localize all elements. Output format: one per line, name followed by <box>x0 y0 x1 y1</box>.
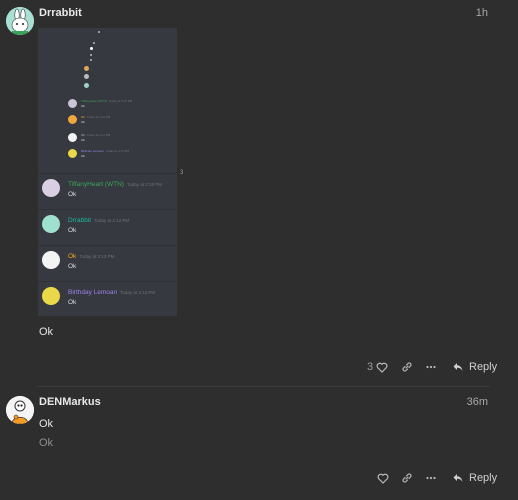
thread-avatar <box>84 74 89 79</box>
copy-link-button[interactable] <box>401 357 413 377</box>
preview-text: Ok <box>81 154 85 158</box>
like-button[interactable]: 3 <box>367 357 388 377</box>
preview-name: Ok Today at 2:13 PM <box>81 115 111 119</box>
reply-arrow-icon <box>453 474 463 482</box>
embed-message-text: Ok <box>68 227 77 234</box>
preview-time: Today at 2:15 PM <box>108 99 133 103</box>
embed-message-text: Ok <box>68 263 77 270</box>
preview-time: Today at 2:13 PM <box>86 115 111 119</box>
embed-message-divider <box>38 173 177 174</box>
reply-label: Reply <box>469 361 498 373</box>
embed-message-divider <box>38 209 177 210</box>
embed-avatar <box>42 287 60 305</box>
embed-message: Birthday Lemoan Today at 3:13 PM Ok <box>38 286 177 316</box>
copy-link-button[interactable] <box>401 468 413 488</box>
preview-text: Ok <box>81 138 85 142</box>
thread-dot <box>90 54 92 56</box>
embed-message-text: Ok <box>68 299 77 306</box>
embed-author-label: Birthday Lemoan <box>68 289 118 296</box>
preview-name: TiffanyHeart (WTN) Today at 2:15 PM <box>81 99 133 103</box>
preview-name: Birthday Lemoan Today at 2:13 PM <box>81 149 130 153</box>
post-actions: 3 Reply <box>0 357 518 377</box>
post-body-text: Ok <box>39 326 54 338</box>
preview-text: Ok <box>81 104 85 108</box>
embed-message-time: Today at 2:15 PM <box>126 182 163 187</box>
post-divider <box>36 386 490 387</box>
reply-button[interactable]: Reply <box>452 357 497 377</box>
preview-avatar <box>68 115 77 124</box>
embed-message-divider <box>38 281 177 282</box>
more-button[interactable] <box>425 468 437 488</box>
embed-side-marker: 3 <box>180 170 184 176</box>
post-timestamp[interactable]: 1h <box>476 7 488 19</box>
preview-name: Ok Today at 2:13 PM <box>81 133 111 137</box>
preview-time: Today at 2:13 PM <box>105 149 130 153</box>
embed-message-divider <box>38 245 177 246</box>
ellipsis-icon <box>426 365 436 369</box>
embed-author-label: TiffanyHeart (WTN) <box>68 181 124 188</box>
thread-dot <box>90 59 92 61</box>
preview-avatar <box>68 133 77 142</box>
post-author-name[interactable]: DENMarkus <box>39 396 101 408</box>
embed-avatar <box>42 215 60 233</box>
post-drrabbit: Drrabbit 1h TiffanyHeart (WTN) Today at 2… <box>0 0 518 385</box>
preview-row: TiffanyHeart (WTN) Today at 2:15 PM Ok <box>68 98 168 112</box>
embed-avatar <box>42 179 60 197</box>
reply-arrow-icon <box>453 363 463 371</box>
embedded-screenshot[interactable]: TiffanyHeart (WTN) Today at 2:15 PM Ok Ok To… <box>38 28 177 316</box>
embed-message-author: TiffanyHeart (WTN) Today at 2:15 PM <box>68 181 162 188</box>
post-author-name[interactable]: Drrabbit <box>39 7 82 19</box>
like-button[interactable] <box>377 468 389 488</box>
more-button[interactable] <box>425 357 437 377</box>
embed-message-time: Today at 3:13 PM <box>120 290 156 295</box>
reply-button[interactable]: Reply <box>452 468 497 488</box>
embed-author-label: Ok <box>68 253 77 260</box>
thread-dot <box>90 47 93 50</box>
like-count: 3 <box>367 361 374 373</box>
preview-avatar <box>68 149 77 158</box>
thread-avatar <box>84 66 89 71</box>
embed-message-time: Today at 2:13 PM <box>79 254 115 259</box>
link-icon <box>402 362 412 372</box>
embed-message-author: Birthday Lemoan Today at 3:13 PM <box>68 289 155 296</box>
post-body-text: Ok <box>39 418 54 430</box>
quoted-text: Ok <box>39 437 54 449</box>
thread-dot <box>98 31 100 33</box>
embed-message-text: Ok <box>68 191 77 198</box>
preview-row: Ok Today at 2:13 PM Ok <box>68 132 168 146</box>
preview-avatar <box>68 99 77 108</box>
embed-avatar <box>42 251 60 269</box>
post-timestamp[interactable]: 36m <box>467 396 488 408</box>
embed-message-author: Drrabbit Today at 2:12 PM <box>68 217 129 224</box>
ellipsis-icon <box>426 476 436 480</box>
thread-avatar <box>84 83 89 88</box>
preview-time: Today at 2:13 PM <box>86 133 111 137</box>
avatar[interactable] <box>6 396 34 424</box>
rabbit-avatar-icon <box>6 7 34 35</box>
preview-row: Birthday Lemoan Today at 2:13 PM Ok <box>68 148 168 162</box>
robot-avatar-icon <box>6 396 34 424</box>
heart-icon <box>377 473 389 484</box>
preview-text: Ok <box>81 120 85 124</box>
embed-author-label: Drrabbit <box>68 217 92 224</box>
avatar[interactable] <box>6 7 34 35</box>
link-icon <box>402 473 412 483</box>
thread-dot <box>93 42 95 44</box>
embed-message-author: Ok Today at 2:13 PM <box>68 253 114 260</box>
heart-icon <box>376 362 388 373</box>
reply-label: Reply <box>469 472 498 484</box>
embed-message-time: Today at 2:12 PM <box>94 218 130 223</box>
preview-row: Ok Today at 2:13 PM Ok <box>68 114 168 128</box>
post-actions: Reply <box>0 468 518 488</box>
post-denmarkus: DENMarkus 36m Ok Ok Reply <box>0 390 518 500</box>
